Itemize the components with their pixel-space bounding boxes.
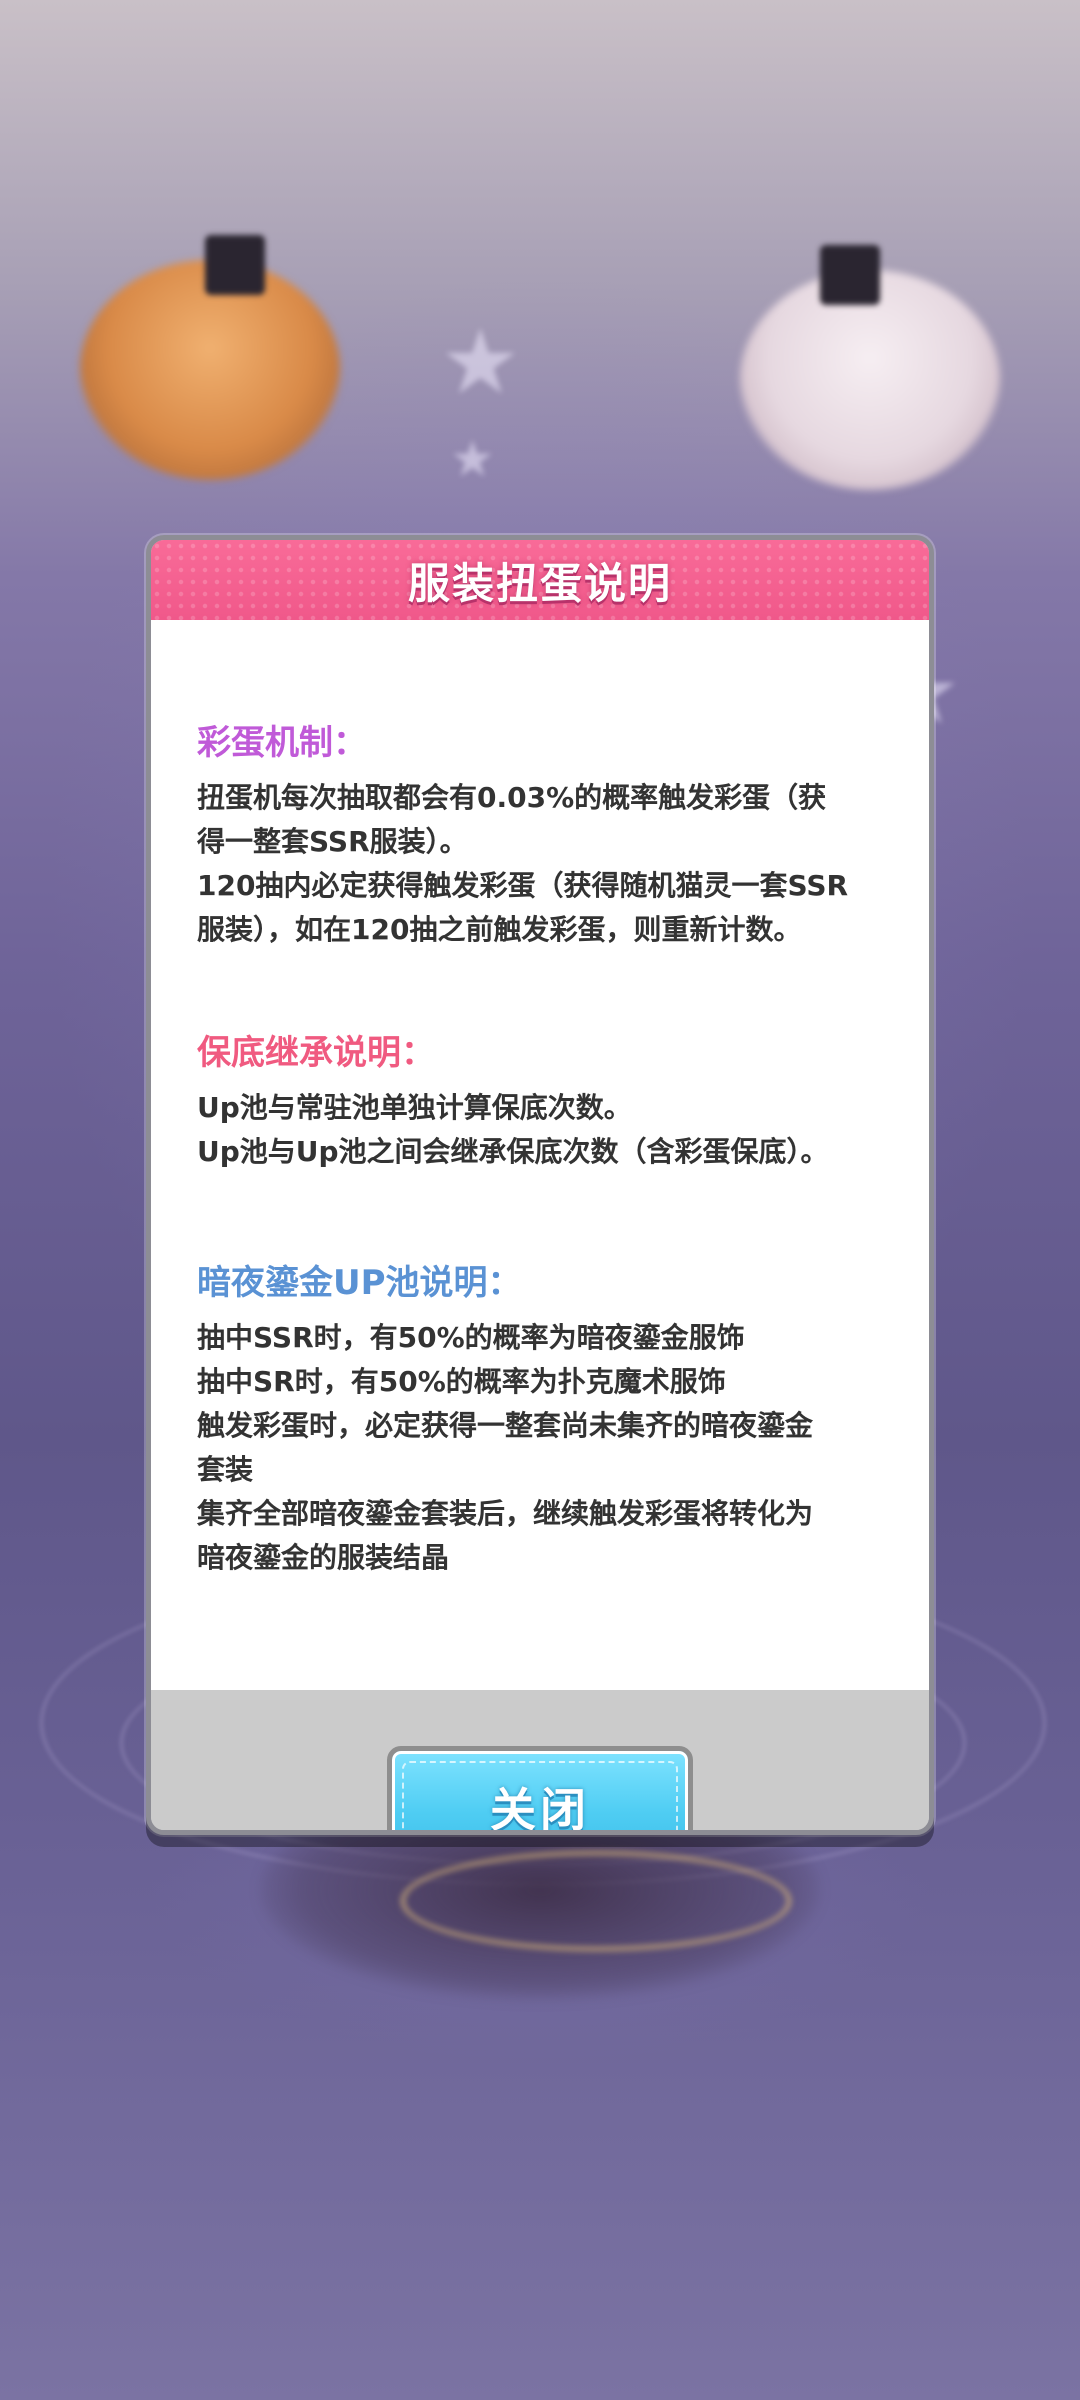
section-heading: 暗夜鎏金UP池说明：: [197, 1263, 522, 1303]
section-text-line: 120抽内必定获得触发彩蛋（获得随机猫灵一套SSR: [197, 869, 849, 902]
pedestal-ring: [400, 1850, 792, 1952]
section-text-line: 抽中SSR时，有50%的概率为暗夜鎏金服饰: [197, 1321, 745, 1354]
close-button-label: 关闭: [490, 1783, 590, 1835]
section-text-line: 服装），如在120抽之前触发彩蛋，则重新计数。: [197, 913, 802, 946]
section-text-line: 得一整套SSR服装）。: [197, 825, 468, 858]
dialog-scroll-content[interactable]: 彩蛋机制： 扭蛋机每次抽取都会有0.03%的概率触发彩蛋（获 得一整套SSR服装…: [151, 620, 929, 1690]
up-pool-section: 暗夜鎏金UP池说明： 抽中SSR时，有50%的概率为暗夜鎏金服饰 抽中SR时，有…: [197, 1260, 897, 1580]
top-hat-icon: [820, 245, 880, 305]
section-text-line: 暗夜鎏金的服装结晶: [197, 1541, 450, 1574]
section-text-line: 抽中SR时，有50%的概率为扑克魔术服饰: [197, 1365, 726, 1398]
section-heading: 彩蛋机制：: [197, 723, 367, 763]
dialog-footer: 关闭: [151, 1690, 929, 1830]
pity-inherit-section: 保底继承说明： Up池与常驻池单独计算保底次数。 Up池与Up池之间会继承保底次…: [197, 1030, 897, 1174]
dialog-title: 服装扭蛋说明: [407, 558, 672, 608]
section-text-line: 扭蛋机每次抽取都会有0.03%的概率触发彩蛋（获: [197, 781, 827, 814]
section-text-line: Up池与常驻池单独计算保底次数。: [197, 1091, 632, 1124]
section-text-line: 集齐全部暗夜鎏金套装后，继续触发彩蛋将转化为: [197, 1497, 814, 1530]
star-decoration-icon: ★: [440, 310, 521, 415]
section-text-line: 触发彩蛋时，必定获得一整套尚未集齐的暗夜鎏金: [197, 1409, 814, 1442]
easter-egg-section: 彩蛋机制： 扭蛋机每次抽取都会有0.03%的概率触发彩蛋（获 得一整套SSR服装…: [197, 720, 897, 952]
section-text-line: 套装: [197, 1453, 254, 1486]
section-heading: 保底继承说明：: [197, 1033, 435, 1073]
star-decoration-icon: ★: [450, 430, 495, 488]
gacha-info-dialog: 服装扭蛋说明 彩蛋机制： 扭蛋机每次抽取都会有0.03%的概率触发彩蛋（获 得一…: [146, 535, 934, 1835]
section-text-line: Up池与Up池之间会继承保底次数（含彩蛋保底）。: [197, 1135, 829, 1168]
top-hat-icon: [205, 235, 265, 295]
dialog-header: 服装扭蛋说明: [151, 540, 929, 632]
close-button[interactable]: 关闭: [387, 1746, 693, 1835]
